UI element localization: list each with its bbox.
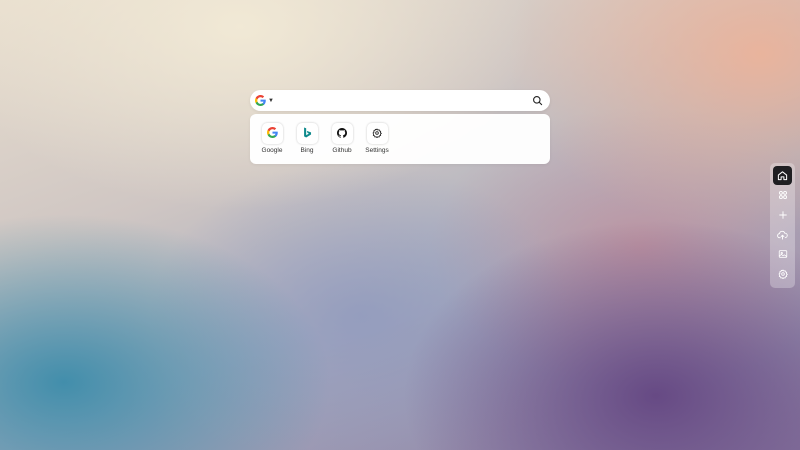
plus-icon bbox=[778, 210, 788, 220]
dock-cloud-button[interactable] bbox=[773, 225, 792, 244]
shortcut-tile bbox=[261, 123, 283, 144]
shortcut-label: Bing bbox=[300, 147, 314, 154]
dock-settings-button[interactable] bbox=[773, 264, 792, 283]
side-dock bbox=[770, 163, 795, 288]
shortcut-label: Settings bbox=[365, 147, 389, 154]
gear-icon bbox=[372, 125, 382, 143]
dock-apps-button[interactable] bbox=[773, 186, 792, 205]
shortcut-tile bbox=[331, 123, 353, 144]
shortcut-settings[interactable]: Settings bbox=[359, 123, 395, 159]
google-g-icon bbox=[255, 95, 266, 106]
shortcut-label: Github bbox=[332, 147, 352, 154]
cloud-upload-icon bbox=[777, 230, 788, 240]
image-icon bbox=[778, 249, 788, 259]
shortcut-bing[interactable]: Bing bbox=[289, 123, 325, 159]
gear-icon bbox=[778, 269, 788, 279]
dock-add-button[interactable] bbox=[773, 205, 792, 224]
shortcuts-panel: Google Bing Github Settings bbox=[250, 114, 550, 164]
shortcut-github[interactable]: Github bbox=[324, 123, 360, 159]
shortcut-tile bbox=[366, 123, 388, 144]
search-engine-selector[interactable]: ▼ bbox=[255, 95, 274, 106]
search-bar: ▼ bbox=[250, 90, 550, 111]
dock-wallpaper-button[interactable] bbox=[773, 245, 792, 264]
shortcut-tile bbox=[296, 123, 318, 144]
apps-icon bbox=[778, 190, 788, 200]
shortcut-google[interactable]: Google bbox=[254, 123, 290, 159]
search-input[interactable] bbox=[273, 90, 530, 111]
bing-icon bbox=[302, 125, 312, 143]
dock-home-button[interactable] bbox=[773, 166, 792, 185]
google-icon bbox=[266, 125, 278, 143]
search-icon[interactable] bbox=[530, 94, 544, 108]
shortcut-label: Google bbox=[261, 147, 283, 154]
home-icon bbox=[777, 170, 788, 181]
github-icon bbox=[337, 125, 347, 143]
